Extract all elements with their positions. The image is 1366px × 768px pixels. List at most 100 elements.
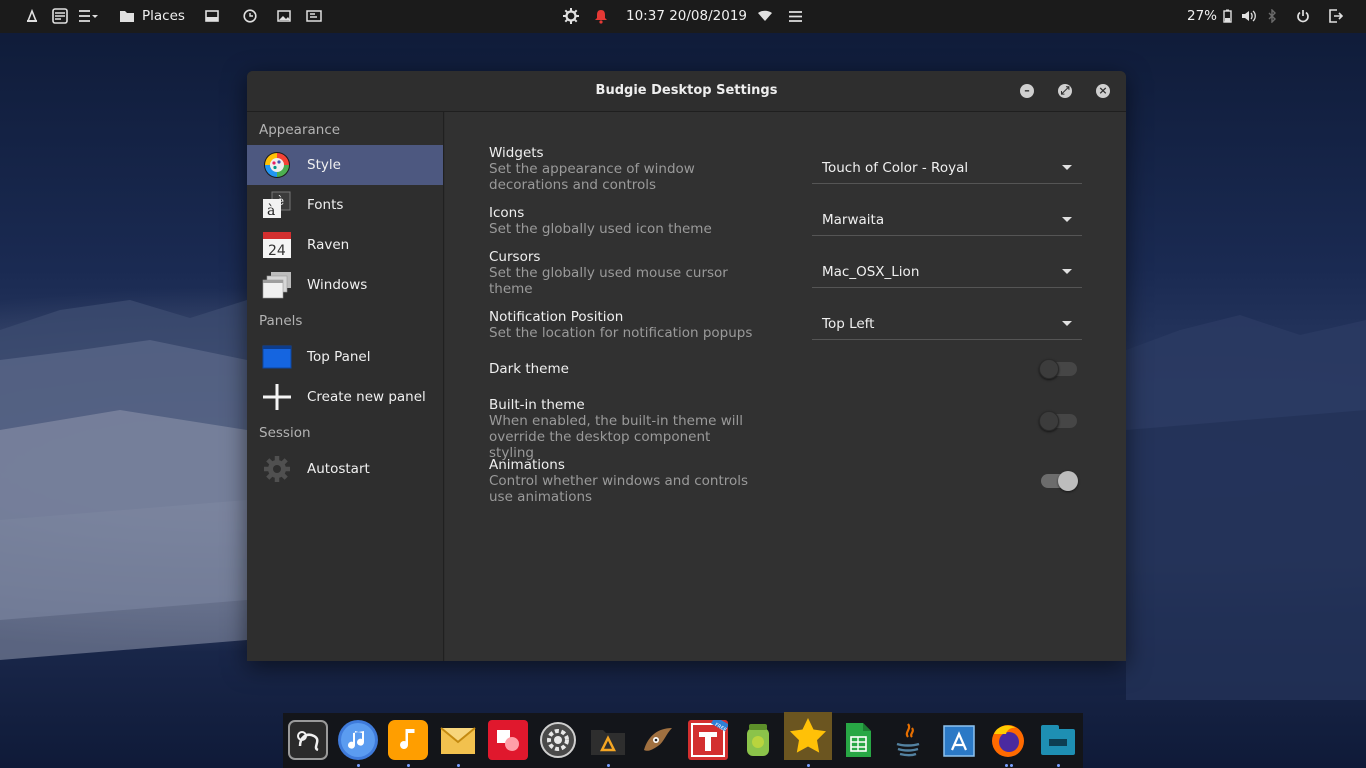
sidebar-item-style[interactable]: Style — [247, 145, 443, 185]
running-indicator — [807, 764, 810, 767]
setting-builtin-theme: Built-in theme When enabled, the built-i… — [489, 397, 1089, 461]
setting-title: Animations — [489, 457, 565, 473]
sidebar-item-label: Create new panel — [307, 389, 426, 405]
sidebar-item-label: Top Panel — [307, 349, 371, 365]
folder-icon[interactable] — [119, 8, 135, 24]
wifi-icon[interactable] — [757, 8, 773, 24]
sidebar-item-windows[interactable]: Windows — [247, 265, 443, 305]
volume-icon[interactable] — [1241, 8, 1257, 24]
setting-animations: Animations Control whether windows and c… — [489, 457, 1089, 505]
jar-icon[interactable] — [738, 720, 778, 760]
clock-icon[interactable] — [242, 8, 258, 24]
running-indicator — [1005, 764, 1008, 767]
sidebar-item-label: Raven — [307, 237, 350, 253]
style-settings-panel: Widgets Set the appearance of window dec… — [445, 112, 1126, 661]
image-icon[interactable] — [276, 8, 292, 24]
sidebar-item-fonts[interactable]: è à Fonts — [247, 185, 443, 225]
notification-bell-icon[interactable] — [593, 8, 609, 24]
cursor-theme-dropdown[interactable]: Mac_OSX_Lion — [812, 256, 1082, 288]
setting-description: When enabled, the built-in theme will ov… — [489, 413, 744, 461]
mail-icon[interactable] — [438, 720, 478, 760]
dropdown-value: Mac_OSX_Lion — [822, 264, 920, 280]
running-indicator — [607, 764, 610, 767]
running-indicator — [1057, 764, 1060, 767]
chevron-down-icon — [1062, 217, 1072, 222]
settings-icon[interactable] — [538, 720, 578, 760]
screenshot-icon[interactable] — [306, 8, 322, 24]
icon-theme-dropdown[interactable]: Marwaita — [812, 204, 1082, 236]
section-header-session: Session — [259, 425, 311, 441]
gear-icon — [262, 455, 292, 483]
typora-icon[interactable]: FREE — [688, 716, 729, 760]
sidebar-item-raven[interactable]: 24 Raven — [247, 225, 443, 265]
animations-switch[interactable] — [1041, 471, 1078, 491]
user-trash-icon[interactable] — [24, 8, 40, 24]
inbox-icon[interactable] — [52, 8, 68, 24]
sidebar-item-label: Fonts — [307, 197, 344, 213]
sidebar-item-autostart[interactable]: Autostart — [247, 449, 443, 489]
maximize-button[interactable]: ⤢ — [1058, 84, 1072, 98]
dark-theme-switch[interactable] — [1039, 359, 1077, 379]
nautilus-icon[interactable] — [1038, 720, 1078, 760]
gimp-icon[interactable] — [638, 720, 678, 760]
setting-description: Set the appearance of window decorations… — [489, 161, 695, 193]
setting-description: Control whether windows and controls use… — [489, 473, 749, 505]
chevron-down-icon — [1062, 269, 1072, 274]
svg-text:à: à — [267, 202, 275, 219]
windows-icon — [262, 271, 292, 299]
section-header-panels: Panels — [259, 313, 303, 329]
chevron-down-icon — [1062, 321, 1072, 326]
running-indicator — [457, 764, 460, 767]
setting-dark-theme: Dark theme — [489, 361, 1089, 377]
menu-list-icon[interactable] — [78, 8, 98, 24]
window-icon[interactable] — [204, 8, 220, 24]
logout-icon[interactable] — [1328, 8, 1344, 24]
dropdown-value: Top Left — [822, 316, 875, 332]
svg-text:24: 24 — [268, 243, 286, 259]
clock-label[interactable]: 10:37 20/08/2019 — [626, 8, 747, 24]
panel-icon — [262, 343, 292, 371]
sidebar-item-label: Style — [307, 157, 341, 173]
power-icon[interactable] — [1295, 8, 1311, 24]
running-indicator — [1010, 764, 1013, 767]
bluetooth-icon[interactable] — [1264, 8, 1280, 24]
chevron-down-icon — [1062, 165, 1072, 170]
sidebar-item-label: Autostart — [307, 461, 370, 477]
shapes-icon[interactable] — [488, 720, 528, 760]
sidebar-item-top-panel[interactable]: Top Panel — [247, 337, 443, 377]
top-panel: Places 10:37 20/08/2019 27% — [0, 0, 1366, 33]
sidebar-item-create-panel[interactable]: Create new panel — [247, 377, 443, 417]
star-icon[interactable] — [784, 712, 832, 760]
calendar-icon: 24 — [262, 231, 292, 259]
window-titlebar[interactable]: Budgie Desktop Settings – ⤢ × — [247, 71, 1126, 112]
sheets-icon[interactable] — [838, 720, 878, 760]
java-icon[interactable] — [888, 720, 928, 760]
widgets-theme-dropdown[interactable]: Touch of Color - Royal — [812, 152, 1082, 184]
files-icon[interactable] — [588, 720, 628, 760]
itunes-icon[interactable] — [338, 720, 378, 760]
window-title: Budgie Desktop Settings — [595, 83, 778, 98]
section-header-appearance: Appearance — [259, 122, 341, 138]
minimize-button[interactable]: – — [1020, 84, 1034, 98]
places-menu[interactable]: Places — [142, 8, 185, 24]
font-icon: è à — [262, 191, 292, 219]
music-icon[interactable] — [388, 720, 428, 760]
notification-position-dropdown[interactable]: Top Left — [812, 308, 1082, 340]
battery-icon[interactable] — [1222, 8, 1232, 24]
palette-icon — [262, 151, 292, 179]
setting-description: Set the globally used icon theme — [489, 221, 712, 237]
firefox-icon[interactable] — [988, 720, 1028, 760]
inkscape-icon[interactable] — [288, 720, 328, 760]
raven-menu-icon[interactable] — [787, 8, 803, 24]
running-indicator — [407, 764, 410, 767]
appstore-icon[interactable] — [938, 720, 978, 760]
sidebar-item-label: Windows — [307, 277, 368, 293]
close-button[interactable]: × — [1096, 84, 1110, 98]
battery-percentage[interactable]: 27% — [1187, 8, 1217, 24]
budgie-settings-window: Budgie Desktop Settings – ⤢ × Appearance — [247, 71, 1126, 661]
setting-description: Set the globally used mouse cursor theme — [489, 265, 728, 297]
settings-sidebar: Appearance Style à Fonts 24 Raven Window… — [247, 112, 444, 661]
settings-gear-icon[interactable] — [563, 8, 579, 24]
dropdown-value: Touch of Color - Royal — [822, 160, 969, 176]
builtin-theme-switch[interactable] — [1039, 411, 1077, 431]
